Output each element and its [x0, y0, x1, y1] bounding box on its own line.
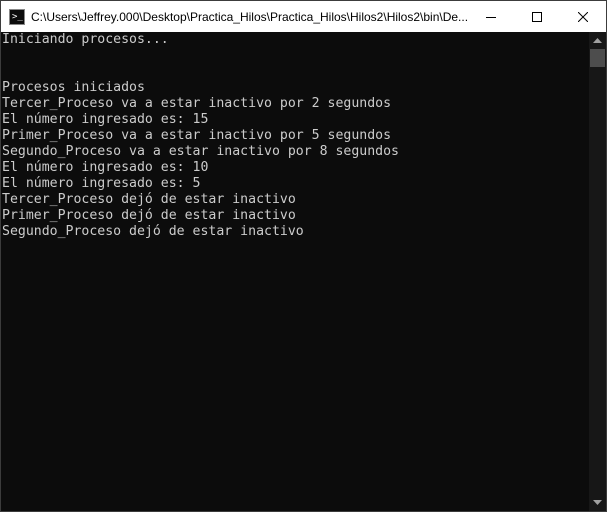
console-app-icon[interactable]: >_ — [9, 8, 25, 25]
title-bar[interactable]: >_ C:\Users\Jeffrey.000\Desktop\Practica… — [1, 1, 606, 32]
console-line: El número ingresado es: 10 — [2, 160, 209, 175]
console-line: Iniciando procesos... — [2, 32, 169, 47]
console-output[interactable]: Iniciando procesos... Procesos iniciados… — [1, 32, 589, 511]
console-line: El número ingresado es: 5 — [2, 176, 201, 191]
console-line: Primer_Proceso dejó de estar inactivo — [2, 208, 296, 223]
close-icon — [578, 11, 588, 22]
console-line: Tercer_Proceso dejó de estar inactivo — [2, 192, 296, 207]
window-title: C:\Users\Jeffrey.000\Desktop\Practica_Hi… — [31, 9, 469, 24]
console-line: Segundo_Proceso dejó de estar inactivo — [2, 224, 304, 239]
window-controls — [468, 1, 606, 32]
chevron-down-icon — [593, 500, 602, 505]
vertical-scrollbar[interactable] — [589, 32, 606, 511]
maximize-icon — [532, 11, 542, 22]
console-line: Procesos iniciados — [2, 80, 145, 95]
minimize-icon — [486, 16, 496, 18]
console-line: Primer_Proceso va a estar inactivo por 5… — [2, 128, 392, 143]
prompt-glyph: >_ — [12, 11, 23, 22]
maximize-button[interactable] — [514, 1, 560, 32]
scroll-up-button[interactable] — [589, 32, 606, 49]
console-line: Segundo_Proceso va a estar inactivo por … — [2, 144, 399, 159]
scroll-thumb[interactable] — [590, 49, 605, 67]
console-window: >_ C:\Users\Jeffrey.000\Desktop\Practica… — [0, 0, 607, 512]
console-line: Tercer_Proceso va a estar inactivo por 2… — [2, 96, 392, 111]
console-line: El número ingresado es: 15 — [2, 112, 209, 127]
chevron-up-icon — [593, 38, 602, 43]
close-button[interactable] — [560, 1, 606, 32]
scroll-down-button[interactable] — [589, 494, 606, 511]
minimize-button[interactable] — [468, 1, 514, 32]
